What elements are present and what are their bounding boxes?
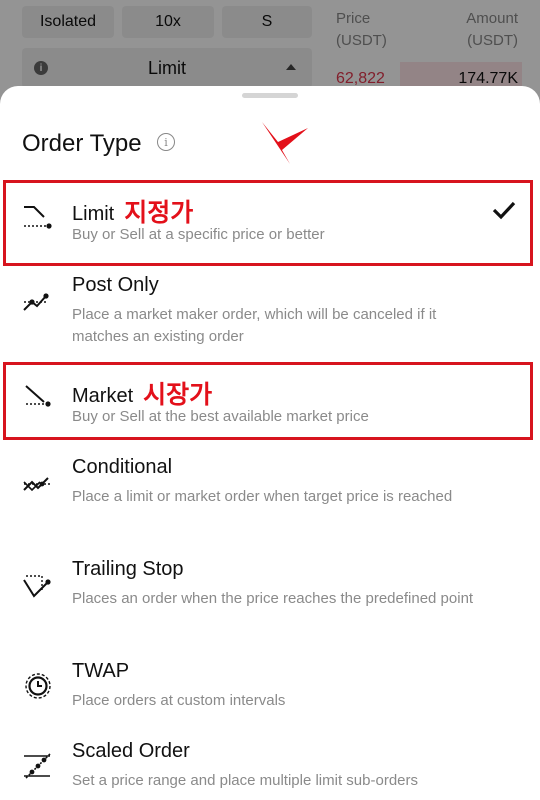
order-type-description: Set a price range and place multiple lim… xyxy=(72,772,419,789)
order-type-name: Post Only xyxy=(72,274,159,296)
market-order-icon xyxy=(25,385,51,407)
order-type-item-market[interactable]: Market 시장가 Buy or Sell at the best availa… xyxy=(0,374,540,430)
order-type-description: Buy or Sell at a specific price or bette… xyxy=(72,226,325,243)
limit-order-icon xyxy=(24,206,52,229)
trailing-stop-icon xyxy=(23,575,51,598)
checkmark-icon xyxy=(492,201,516,220)
order-type-name-text: Limit xyxy=(72,203,115,225)
order-type-name: Conditional xyxy=(72,456,173,478)
order-type-name: Trailing Stop xyxy=(72,558,184,580)
info-glyph: i xyxy=(164,135,168,149)
order-type-description: Buy or Sell at the best available market… xyxy=(72,408,369,425)
scaled-order-icon xyxy=(24,753,51,779)
order-type-description: Places an order when the price reaches t… xyxy=(72,590,474,607)
order-type-name-text: Market xyxy=(72,385,134,407)
sheet-drag-handle[interactable] xyxy=(242,93,298,98)
twap-clock-icon xyxy=(25,673,51,699)
order-type-name: Scaled Order xyxy=(72,740,190,762)
order-type-item-trailing-stop[interactable]: Trailing Stop Places an order when the p… xyxy=(0,558,540,638)
order-type-item-limit[interactable]: Limit 지정가 Buy or Sell at a specific price… xyxy=(0,192,540,252)
order-type-description: Place a market maker order, which will b… xyxy=(72,306,437,345)
order-type-item-twap[interactable]: TWAP Place orders at custom intervals xyxy=(0,660,540,720)
korean-annotation: 지정가 xyxy=(124,199,194,227)
red-arrow-annotation-icon xyxy=(262,122,308,164)
order-type-item-conditional[interactable]: Conditional Place a limit or market orde… xyxy=(0,456,540,536)
order-type-item-post-only[interactable]: Post Only Place a market maker order, wh… xyxy=(0,274,540,354)
conditional-order-icon xyxy=(23,477,50,492)
order-type-sheet: Order Type i Limit 지정가 Buy or Sell at a s… xyxy=(0,86,540,797)
sheet-title: Order Type xyxy=(22,130,142,157)
order-type-item-scaled-order[interactable]: Scaled Order Set a price range and place… xyxy=(0,740,540,800)
korean-annotation: 시장가 xyxy=(143,381,213,409)
order-type-name: Market 시장가 xyxy=(72,374,212,410)
post-only-icon xyxy=(23,293,49,311)
order-type-name: TWAP xyxy=(72,660,130,682)
order-type-description: Place orders at custom intervals xyxy=(72,692,286,709)
info-icon[interactable]: i xyxy=(157,133,175,151)
order-type-description: Place a limit or market order when targe… xyxy=(72,488,453,505)
order-type-name: Limit 지정가 xyxy=(72,192,193,228)
